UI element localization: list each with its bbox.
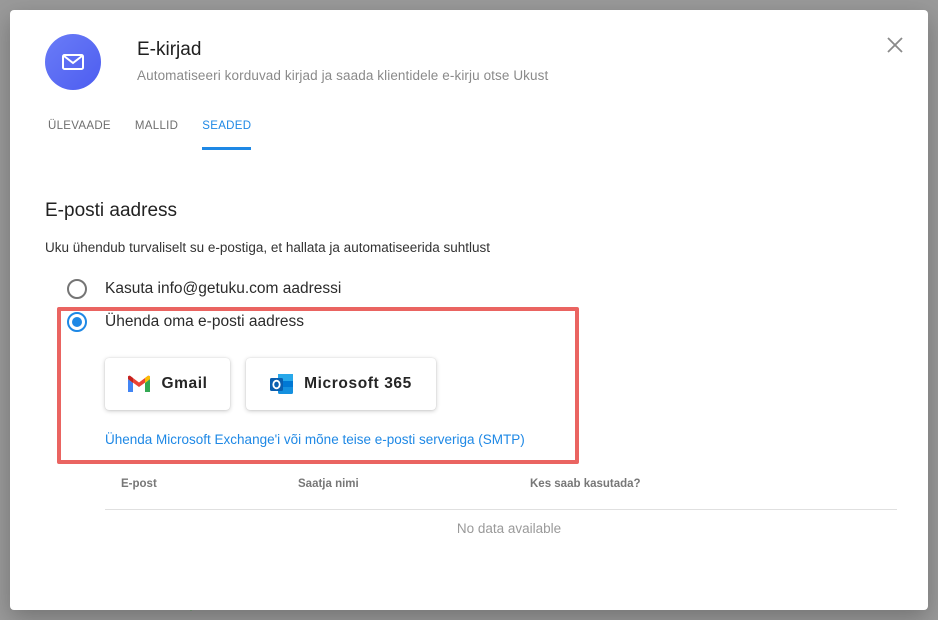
option-label: Kasuta info@getuku.com aadressi (105, 280, 342, 297)
table-empty-message: No data available (456, 521, 562, 536)
column-header-sender-name[interactable]: Saatja nimi (298, 478, 359, 490)
gmail-button-label: Gmail (161, 375, 208, 392)
email-settings-dialog: E-kirjad Automatiseeri korduvad kirjad j… (10, 10, 928, 610)
dialog-title: E-kirjad (137, 39, 202, 60)
tab-mallid[interactable]: MALLID (135, 120, 178, 150)
tab-ulevaade[interactable]: ÜLEVAADE (48, 120, 111, 150)
section-description: Uku ühendub turvaliselt su e-postiga, et… (45, 240, 491, 255)
column-header-email[interactable]: E-post (121, 478, 157, 490)
close-icon (887, 37, 903, 53)
gmail-icon (127, 375, 151, 393)
email-table-header: E-post Saatja nimi Kes saab kasutada? (105, 478, 897, 510)
background-divider (190, 610, 192, 620)
dialog-subtitle: Automatiseeri korduvad kirjad ja saada k… (137, 68, 549, 83)
outlook-icon (270, 373, 294, 395)
microsoft-365-button[interactable]: Microsoft 365 (246, 358, 436, 410)
mail-icon (45, 34, 101, 90)
column-header-who-can-use[interactable]: Kes saab kasutada? (530, 478, 641, 490)
radio-button[interactable] (67, 279, 87, 299)
tab-seaded[interactable]: SEADED (202, 120, 252, 150)
smtp-connect-link[interactable]: Ühenda Microsoft Exchange'i või mõne tei… (105, 432, 525, 447)
gmail-button[interactable]: Gmail (105, 358, 230, 410)
section-title: E-posti aadress (45, 200, 178, 221)
microsoft-365-button-label: Microsoft 365 (304, 375, 412, 392)
option-use-info-address[interactable]: Kasuta info@getuku.com aadressi (67, 279, 341, 299)
tab-bar: ÜLEVAADE MALLID SEADED (48, 120, 275, 150)
close-button[interactable] (884, 34, 906, 56)
